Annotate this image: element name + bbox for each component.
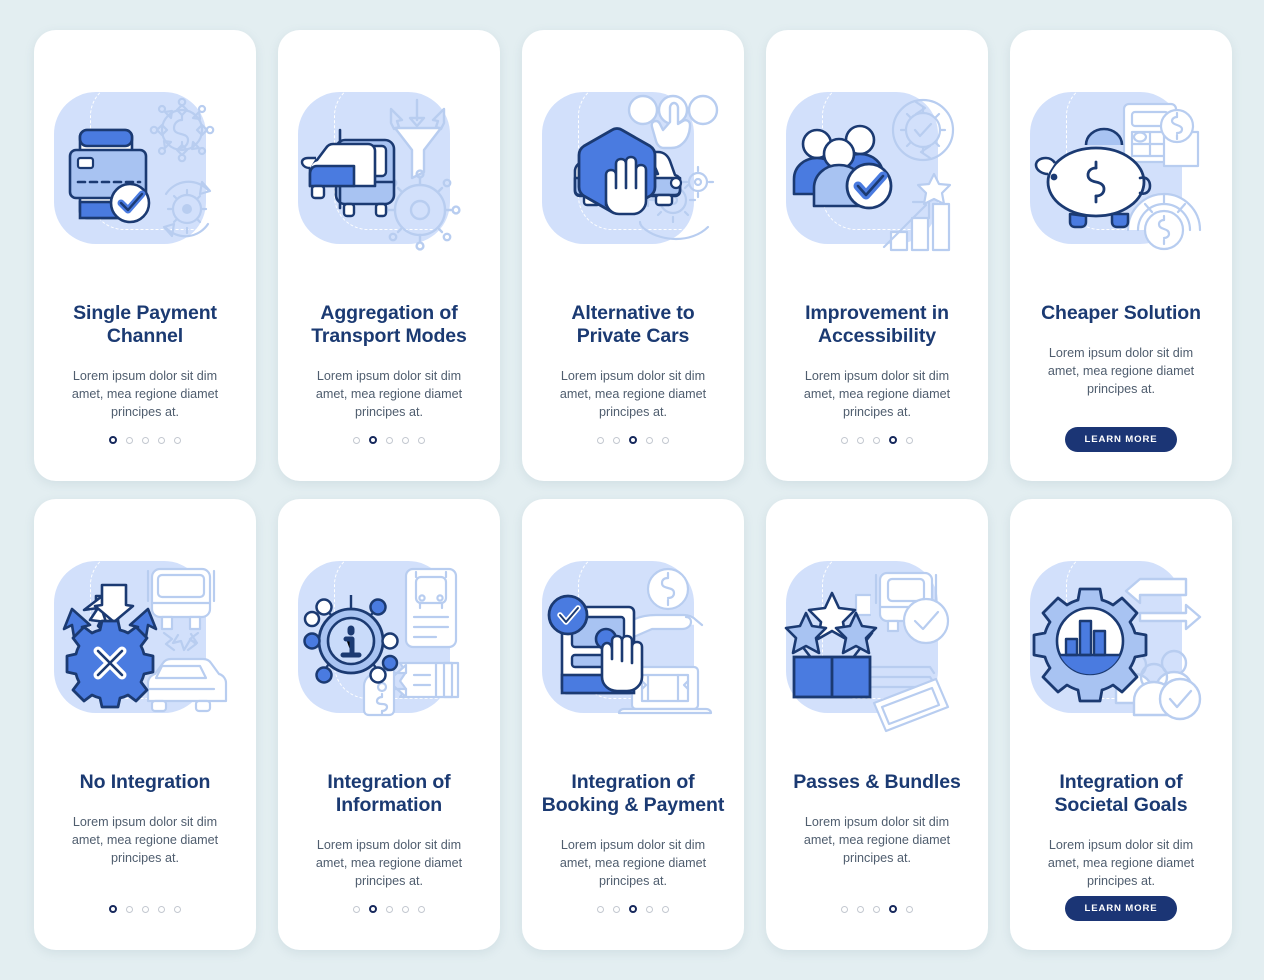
pagination-dot-active[interactable] <box>368 904 378 914</box>
screen-title: Integration of Booking & Payment <box>541 771 725 816</box>
pagination-dot-active[interactable] <box>108 904 118 914</box>
pagination-dot-active[interactable] <box>888 435 898 445</box>
screen-title: Improvement in Accessibility <box>805 302 949 347</box>
booking-payment-hand-icon <box>540 551 726 737</box>
screen-title: Passes & Bundles <box>793 771 961 793</box>
onboarding-screen-card: Improvement in Accessibility Lorem ipsum … <box>766 30 988 481</box>
screen-description: Lorem ipsum dolor sit dim amet, mea regi… <box>803 369 951 419</box>
pagination-dot[interactable] <box>612 905 620 913</box>
screen-description: Lorem ipsum dolor sit dim amet, mea regi… <box>559 369 707 419</box>
pagination-dot[interactable] <box>856 436 864 444</box>
onboarding-screen-card: Integration of Booking & Payment Lorem ip… <box>522 499 744 950</box>
pagination-dot[interactable] <box>352 905 360 913</box>
pagination-dots[interactable] <box>108 898 182 920</box>
pagination-dot[interactable] <box>596 905 604 913</box>
pagination-dot[interactable] <box>662 436 670 444</box>
screen-description: Lorem ipsum dolor sit dim amet, mea regi… <box>71 369 219 419</box>
onboarding-screen-card: Passes & Bundles Lorem ipsum dolor sit di… <box>766 499 988 950</box>
screen-title: Alternative to Private Cars <box>571 302 695 347</box>
screen-description: Lorem ipsum dolor sit dim amet, mea regi… <box>1047 346 1195 396</box>
bus-funnel-gear-icon <box>296 82 482 268</box>
screen-title: Aggregation of Transport Modes <box>311 302 467 347</box>
pagination-dot-active[interactable] <box>888 904 898 914</box>
pagination-dots[interactable] <box>840 898 914 920</box>
pagination-dot-active[interactable] <box>108 435 118 445</box>
screen-title: Integration of Information <box>327 771 451 816</box>
broken-gear-cross-icon <box>52 551 238 737</box>
onboarding-screen-card: No Integration Lorem ipsum dolor sit dim … <box>34 499 256 950</box>
pagination-dot[interactable] <box>872 905 880 913</box>
gear-chart-people-arrows-icon <box>1028 551 1214 737</box>
pagination-dots[interactable] <box>596 429 670 451</box>
onboarding-screen-card: Aggregation of Transport Modes Lorem ipsu… <box>278 30 500 481</box>
screen-title: Integration of Societal Goals <box>1054 771 1188 816</box>
learn-more-button[interactable]: LEARN MORE <box>1065 427 1177 452</box>
onboarding-screens-board: Single Payment Channel Lorem ipsum dolor … <box>0 0 1264 980</box>
screen-description: Lorem ipsum dolor sit dim amet, mea regi… <box>315 838 463 888</box>
pagination-dot[interactable] <box>906 905 914 913</box>
screens-row-2: No Integration Lorem ipsum dolor sit dim … <box>34 499 1232 950</box>
piggy-bank-calculator-icon <box>1028 82 1214 268</box>
onboarding-screen-card: Single Payment Channel Lorem ipsum dolor … <box>34 30 256 481</box>
screen-description: Lorem ipsum dolor sit dim amet, mea regi… <box>71 815 219 865</box>
pagination-dot[interactable] <box>418 905 426 913</box>
pagination-dot[interactable] <box>402 905 410 913</box>
screen-title: Single Payment Channel <box>73 302 217 347</box>
pagination-dot[interactable] <box>174 905 182 913</box>
screen-description: Lorem ipsum dolor sit dim amet, mea regi… <box>1047 838 1195 888</box>
pagination-dot[interactable] <box>142 905 150 913</box>
pagination-dot[interactable] <box>158 436 166 444</box>
bundle-box-stars-tickets-icon <box>784 551 970 737</box>
screen-description: Lorem ipsum dolor sit dim amet, mea regi… <box>559 838 707 888</box>
screen-title: Cheaper Solution <box>1041 302 1201 324</box>
pagination-dots[interactable] <box>352 898 426 920</box>
pagination-dot[interactable] <box>402 436 410 444</box>
pagination-dot[interactable] <box>612 436 620 444</box>
pagination-dot[interactable] <box>126 436 134 444</box>
stop-hand-car-icon <box>540 82 726 268</box>
pagination-dot[interactable] <box>906 436 914 444</box>
pagination-dots[interactable] <box>352 429 426 451</box>
pagination-dot[interactable] <box>646 905 654 913</box>
pagination-dots[interactable] <box>596 898 670 920</box>
onboarding-screen-card: Cheaper Solution Lorem ipsum dolor sit di… <box>1010 30 1232 481</box>
pagination-dot[interactable] <box>418 436 426 444</box>
pagination-dot-active[interactable] <box>628 435 638 445</box>
payment-card-phone-icon <box>52 82 238 268</box>
pagination-dot[interactable] <box>386 436 394 444</box>
people-check-chart-icon <box>784 82 970 268</box>
pagination-dot-active[interactable] <box>628 904 638 914</box>
pagination-dot[interactable] <box>142 436 150 444</box>
screens-row-1: Single Payment Channel Lorem ipsum dolor … <box>34 30 1232 481</box>
pagination-dot[interactable] <box>126 905 134 913</box>
onboarding-screen-card: Integration of Societal Goals Lorem ipsum… <box>1010 499 1232 950</box>
learn-more-button[interactable]: LEARN MORE <box>1065 896 1177 921</box>
pagination-dot[interactable] <box>386 905 394 913</box>
onboarding-screen-card: Integration of Information Lorem ipsum do… <box>278 499 500 950</box>
screen-description: Lorem ipsum dolor sit dim amet, mea regi… <box>315 369 463 419</box>
pagination-dots[interactable] <box>108 429 182 451</box>
pagination-dot[interactable] <box>352 436 360 444</box>
screen-description: Lorem ipsum dolor sit dim amet, mea regi… <box>803 815 951 865</box>
pagination-dot[interactable] <box>872 436 880 444</box>
pagination-dot-active[interactable] <box>368 435 378 445</box>
pagination-dot[interactable] <box>596 436 604 444</box>
pagination-dot[interactable] <box>856 905 864 913</box>
pagination-dot[interactable] <box>840 905 848 913</box>
pagination-dot[interactable] <box>840 436 848 444</box>
onboarding-screen-card: Alternative to Private Cars Lorem ipsum d… <box>522 30 744 481</box>
screen-title: No Integration <box>79 771 211 793</box>
pagination-dots[interactable] <box>840 429 914 451</box>
info-network-ticket-icon <box>296 551 482 737</box>
pagination-dot[interactable] <box>174 436 182 444</box>
pagination-dot[interactable] <box>646 436 654 444</box>
pagination-dot[interactable] <box>158 905 166 913</box>
pagination-dot[interactable] <box>662 905 670 913</box>
